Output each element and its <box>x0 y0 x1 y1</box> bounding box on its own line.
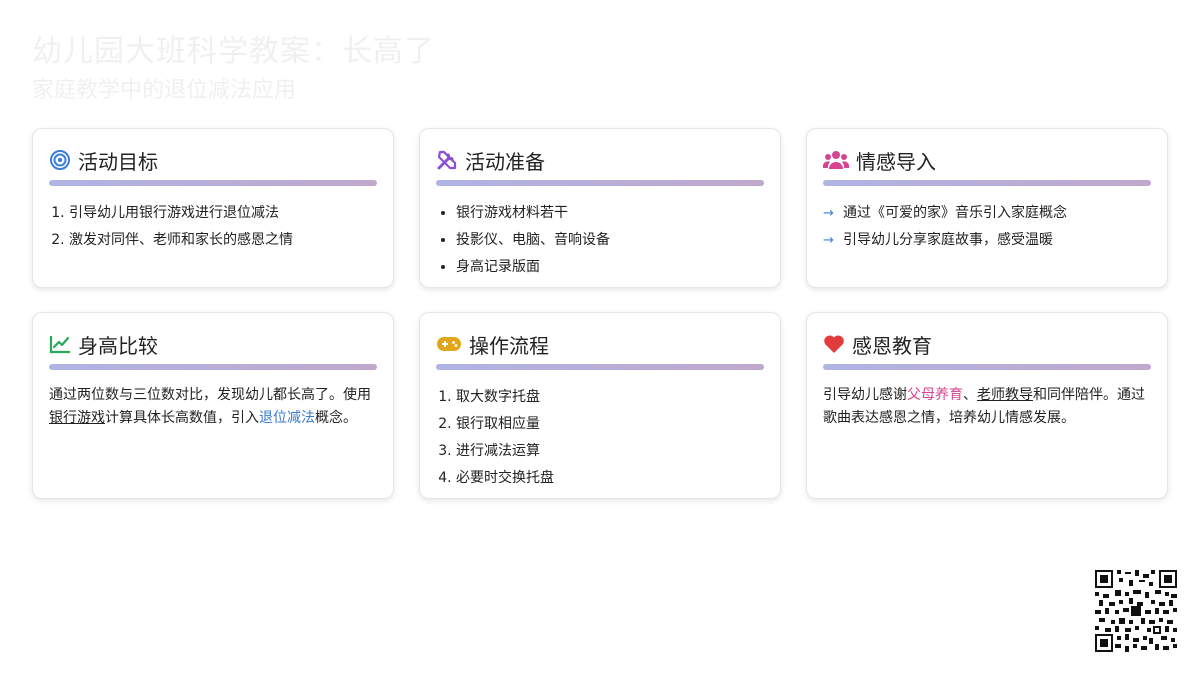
arrow-right-icon: → <box>823 206 834 221</box>
card-header: 活动准备 <box>436 147 764 174</box>
card-title: 活动准备 <box>465 149 545 174</box>
compare-text: 通过两位数与三位数对比，发现幼儿都长高了。使用银行游戏计算具体长高数值，引入退位… <box>49 384 377 430</box>
gamepad-icon <box>436 333 462 355</box>
list-item: 进行减法运算 <box>456 438 764 465</box>
text-segment: 、 <box>963 387 977 403</box>
list-item-text: 通过《可爱的家》音乐引入家庭概念 <box>843 205 1067 221</box>
list-item: 身高记录版面 <box>456 254 764 281</box>
chart-line-icon <box>49 333 71 355</box>
card-header: 感恩教育 <box>823 331 1151 358</box>
highlight-parents: 父母养育 <box>907 387 963 403</box>
card-compare: 身高比较 通过两位数与三位数对比，发现幼儿都长高了。使用银行游戏计算具体长高数值… <box>32 312 394 499</box>
card-title: 操作流程 <box>469 333 549 358</box>
list-item: 取大数字托盘 <box>456 384 764 411</box>
qr-code[interactable] <box>1095 570 1177 652</box>
header: 幼儿园大班科学教案：长高了 家庭教学中的退位减法应用 <box>32 30 435 106</box>
list-item: → 引导幼儿分享家庭故事，感受温暖 <box>823 227 1151 254</box>
intro-list: → 通过《可爱的家》音乐引入家庭概念 → 引导幼儿分享家庭故事，感受温暖 <box>823 200 1151 254</box>
list-item-text: 引导幼儿分享家庭故事，感受温暖 <box>843 232 1053 248</box>
card-header: 操作流程 <box>436 331 764 358</box>
card-title: 感恩教育 <box>852 333 932 358</box>
page-title: 幼儿园大班科学教案：长高了 <box>32 34 435 69</box>
accent-bar <box>823 364 1151 370</box>
list-item: 引导幼儿用银行游戏进行退位减法 <box>69 200 377 227</box>
text-segment: 计算具体长高数值，引入 <box>105 410 259 426</box>
highlight-subtraction: 退位减法 <box>259 410 315 426</box>
card-grid: 活动目标 引导幼儿用银行游戏进行退位减法 激发对同伴、老师和家长的感恩之情 活动… <box>32 128 1168 499</box>
users-icon <box>823 149 849 171</box>
accent-bar <box>436 364 764 370</box>
page-subtitle: 家庭教学中的退位减法应用 <box>32 78 297 103</box>
text-segment: 引导幼儿感谢 <box>823 387 907 403</box>
card-prep: 活动准备 银行游戏材料若干 投影仪、电脑、音响设备 身高记录版面 <box>419 128 781 288</box>
text-segment: 通过两位数与三位数对比，发现幼儿都长高了。使用 <box>49 387 371 403</box>
text-segment: 概念。 <box>315 410 357 426</box>
accent-bar <box>49 364 377 370</box>
process-list: 取大数字托盘 银行取相应量 进行减法运算 必要时交换托盘 <box>436 384 764 492</box>
highlight-bank-game: 银行游戏 <box>49 410 105 426</box>
list-item: → 通过《可爱的家》音乐引入家庭概念 <box>823 200 1151 227</box>
goals-list: 引导幼儿用银行游戏进行退位减法 激发对同伴、老师和家长的感恩之情 <box>49 200 377 254</box>
card-title: 情感导入 <box>856 149 936 174</box>
list-item: 激发对同伴、老师和家长的感恩之情 <box>69 227 377 254</box>
card-process: 操作流程 取大数字托盘 银行取相应量 进行减法运算 必要时交换托盘 <box>419 312 781 499</box>
card-gratitude: 感恩教育 引导幼儿感谢父母养育、老师教导和同伴陪伴。通过歌曲表达感恩之情，培养幼… <box>806 312 1168 499</box>
heart-icon <box>823 333 845 355</box>
card-goals: 活动目标 引导幼儿用银行游戏进行退位减法 激发对同伴、老师和家长的感恩之情 <box>32 128 394 288</box>
highlight-teachers: 老师教导 <box>977 387 1033 403</box>
list-item: 银行游戏材料若干 <box>456 200 764 227</box>
accent-bar <box>436 180 764 186</box>
target-icon <box>49 149 71 171</box>
list-item: 必要时交换托盘 <box>456 465 764 492</box>
arrow-right-icon: → <box>823 233 834 248</box>
prep-list: 银行游戏材料若干 投影仪、电脑、音响设备 身高记录版面 <box>436 200 764 281</box>
list-item: 银行取相应量 <box>456 411 764 438</box>
card-header: 活动目标 <box>49 147 377 174</box>
card-header: 身高比较 <box>49 331 377 358</box>
accent-bar <box>823 180 1151 186</box>
accent-bar <box>49 180 377 186</box>
list-item: 投影仪、电脑、音响设备 <box>456 227 764 254</box>
card-title: 身高比较 <box>78 333 158 358</box>
gratitude-text: 引导幼儿感谢父母养育、老师教导和同伴陪伴。通过歌曲表达感恩之情，培养幼儿情感发展… <box>823 384 1151 430</box>
card-title: 活动目标 <box>78 149 158 174</box>
card-intro: 情感导入 → 通过《可爱的家》音乐引入家庭概念 → 引导幼儿分享家庭故事，感受温… <box>806 128 1168 288</box>
tools-icon <box>436 149 458 171</box>
card-header: 情感导入 <box>823 147 1151 174</box>
